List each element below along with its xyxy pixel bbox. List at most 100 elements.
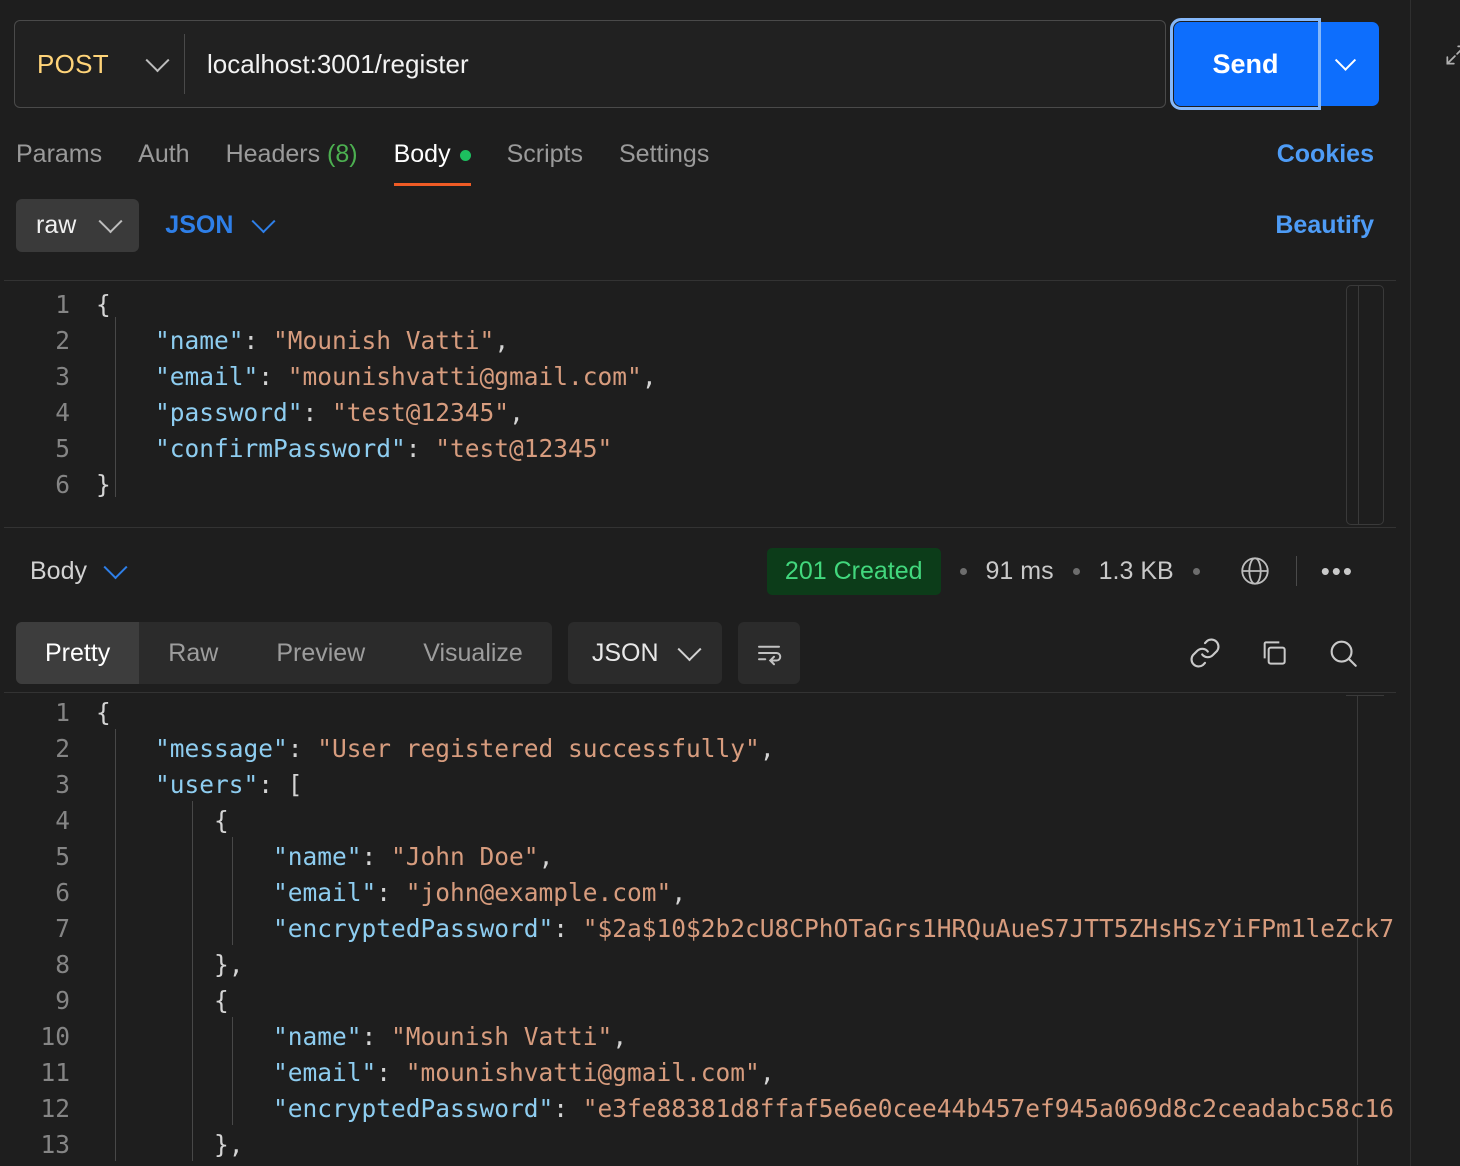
copy-icon[interactable] xyxy=(1258,637,1290,669)
send-button-group: Send xyxy=(1170,18,1379,110)
chevron-down-icon xyxy=(251,208,276,233)
tab-settings[interactable]: Settings xyxy=(601,128,727,180)
tab-auth[interactable]: Auth xyxy=(120,128,207,180)
tab-label: Scripts xyxy=(506,140,583,168)
tab-visualize[interactable]: Visualize xyxy=(394,622,552,684)
code-text: { xyxy=(96,698,111,727)
code-line[interactable]: 2 "name": "Mounish Vatti", xyxy=(4,323,1396,359)
request-url-row: POST Send xyxy=(14,18,1396,110)
response-tab-group: Pretty Raw Preview Visualize xyxy=(16,622,552,684)
line-number: 2 xyxy=(55,326,70,355)
code-text: }, xyxy=(96,950,244,979)
send-options-button[interactable] xyxy=(1311,22,1379,106)
tab-label: Params xyxy=(16,140,103,168)
code-line[interactable]: 4 "password": "test@12345", xyxy=(4,395,1396,431)
tab-headers[interactable]: Headers (8) xyxy=(208,128,376,180)
line-number: 13 xyxy=(40,1130,70,1159)
code-line[interactable]: 12 "encryptedPassword": "e3fe88381d8ffaf… xyxy=(4,1091,1396,1127)
tab-label: Auth xyxy=(138,140,190,168)
globe-icon[interactable] xyxy=(1238,554,1272,588)
line-number: 3 xyxy=(55,362,70,391)
line-number: 11 xyxy=(40,1058,70,1087)
body-format-dropdown[interactable]: JSON xyxy=(165,208,276,240)
right-rail xyxy=(1410,0,1460,1166)
code-text: "password": "test@12345", xyxy=(155,398,524,427)
body-mode-label: raw xyxy=(36,210,77,239)
tab-params[interactable]: Params xyxy=(14,128,120,180)
send-button[interactable]: Send xyxy=(1170,18,1321,110)
url-box: POST xyxy=(14,20,1166,108)
tab-raw[interactable]: Raw xyxy=(139,622,247,684)
code-line[interactable]: 6} xyxy=(4,467,1396,503)
status-badge[interactable]: 201 Created xyxy=(766,547,941,595)
more-options-icon[interactable]: ••• xyxy=(1321,556,1354,587)
word-wrap-icon[interactable] xyxy=(737,622,800,684)
line-number: 2 xyxy=(55,734,70,763)
tab-label: Settings xyxy=(618,140,710,168)
response-body-editor[interactable]: 1{2 "message": "User registered successf… xyxy=(4,692,1396,1166)
body-mode-dropdown[interactable]: raw xyxy=(16,198,140,252)
code-line[interactable]: 9 { xyxy=(4,983,1396,1019)
code-text: } xyxy=(96,470,111,499)
code-line[interactable]: 1{ xyxy=(4,287,1396,323)
divider xyxy=(1295,556,1297,586)
line-number: 1 xyxy=(55,290,70,319)
response-meta-bar: Body 201 Created 91 ms 1.3 KB ••• xyxy=(0,540,1410,602)
request-body-editor[interactable]: 1{2 "name": "Mounish Vatti", 3 "email": "… xyxy=(4,280,1396,528)
separator-dot-icon xyxy=(1192,567,1200,575)
response-format-dropdown[interactable]: JSON xyxy=(567,622,722,684)
line-number: 6 xyxy=(55,470,70,499)
tab-body[interactable]: Body xyxy=(376,128,489,186)
cookies-link[interactable]: Cookies xyxy=(1277,128,1374,180)
expand-icon[interactable] xyxy=(1443,42,1460,68)
code-line[interactable]: 5 "confirmPassword": "test@12345" xyxy=(4,431,1396,467)
response-time[interactable]: 91 ms xyxy=(986,557,1054,586)
code-line[interactable]: 10 "name": "Mounish Vatti", xyxy=(4,1019,1396,1055)
separator-dot-icon xyxy=(1072,567,1080,575)
tab-label: Headers xyxy=(225,140,321,168)
body-format-label: JSON xyxy=(165,210,234,239)
chevron-down-icon xyxy=(103,554,128,579)
code-line[interactable]: 3 "users": [ xyxy=(4,767,1396,803)
response-section-dropdown[interactable]: Body xyxy=(30,554,128,586)
code-line[interactable]: 11 "email": "mounishvatti@gmail.com", xyxy=(4,1055,1396,1091)
line-number: 6 xyxy=(55,878,70,907)
response-size[interactable]: 1.3 KB xyxy=(1099,557,1174,586)
tab-pretty[interactable]: Pretty xyxy=(16,622,140,684)
code-line[interactable]: 3 "email": "mounishvatti@gmail.com", xyxy=(4,359,1396,395)
response-view-tabs: Pretty Raw Preview Visualize JSON xyxy=(16,622,1394,684)
tab-preview[interactable]: Preview xyxy=(247,622,394,684)
chevron-down-icon xyxy=(98,208,123,233)
line-number: 3 xyxy=(55,770,70,799)
code-line[interactable]: 4 { xyxy=(4,803,1396,839)
http-method-dropdown[interactable]: POST xyxy=(15,21,184,107)
body-modified-dot-icon xyxy=(459,149,471,161)
code-text: "name": "Mounish Vatti", xyxy=(273,1022,628,1051)
code-text: { xyxy=(96,290,111,319)
request-code-lines[interactable]: 1{2 "name": "Mounish Vatti", 3 "email": "… xyxy=(4,281,1396,503)
response-code-lines[interactable]: 1{2 "message": "User registered successf… xyxy=(4,693,1396,1163)
beautify-button[interactable]: Beautify xyxy=(1275,211,1396,240)
url-input[interactable] xyxy=(185,21,1165,107)
code-line[interactable]: 13 }, xyxy=(4,1127,1396,1163)
line-number: 8 xyxy=(55,950,70,979)
request-tabs: Params Auth Headers (8) Body Scripts Set… xyxy=(14,128,1396,186)
tab-label: Body xyxy=(393,140,451,168)
search-icon[interactable] xyxy=(1326,636,1360,670)
link-icon[interactable] xyxy=(1188,636,1222,670)
code-text: "confirmPassword": "test@12345" xyxy=(155,434,613,463)
code-line[interactable]: 1{ xyxy=(4,695,1396,731)
code-line[interactable]: 2 "message": "User registered successful… xyxy=(4,731,1396,767)
code-text: { xyxy=(96,986,229,1015)
code-text: "name": "Mounish Vatti", xyxy=(155,326,510,355)
code-line[interactable]: 6 "email": "john@example.com", xyxy=(4,875,1396,911)
code-text: "users": [ xyxy=(155,770,303,799)
code-line[interactable]: 5 "name": "John Doe", xyxy=(4,839,1396,875)
chevron-down-icon xyxy=(677,636,702,661)
chevron-down-icon xyxy=(145,47,170,72)
code-text: "email": "john@example.com", xyxy=(273,878,687,907)
code-line[interactable]: 8 }, xyxy=(4,947,1396,983)
tab-scripts[interactable]: Scripts xyxy=(489,128,601,180)
code-text: "encryptedPassword": "$2a$10$2b2cU8CPhOT… xyxy=(273,914,1395,943)
code-line[interactable]: 7 "encryptedPassword": "$2a$10$2b2cU8CPh… xyxy=(4,911,1396,947)
